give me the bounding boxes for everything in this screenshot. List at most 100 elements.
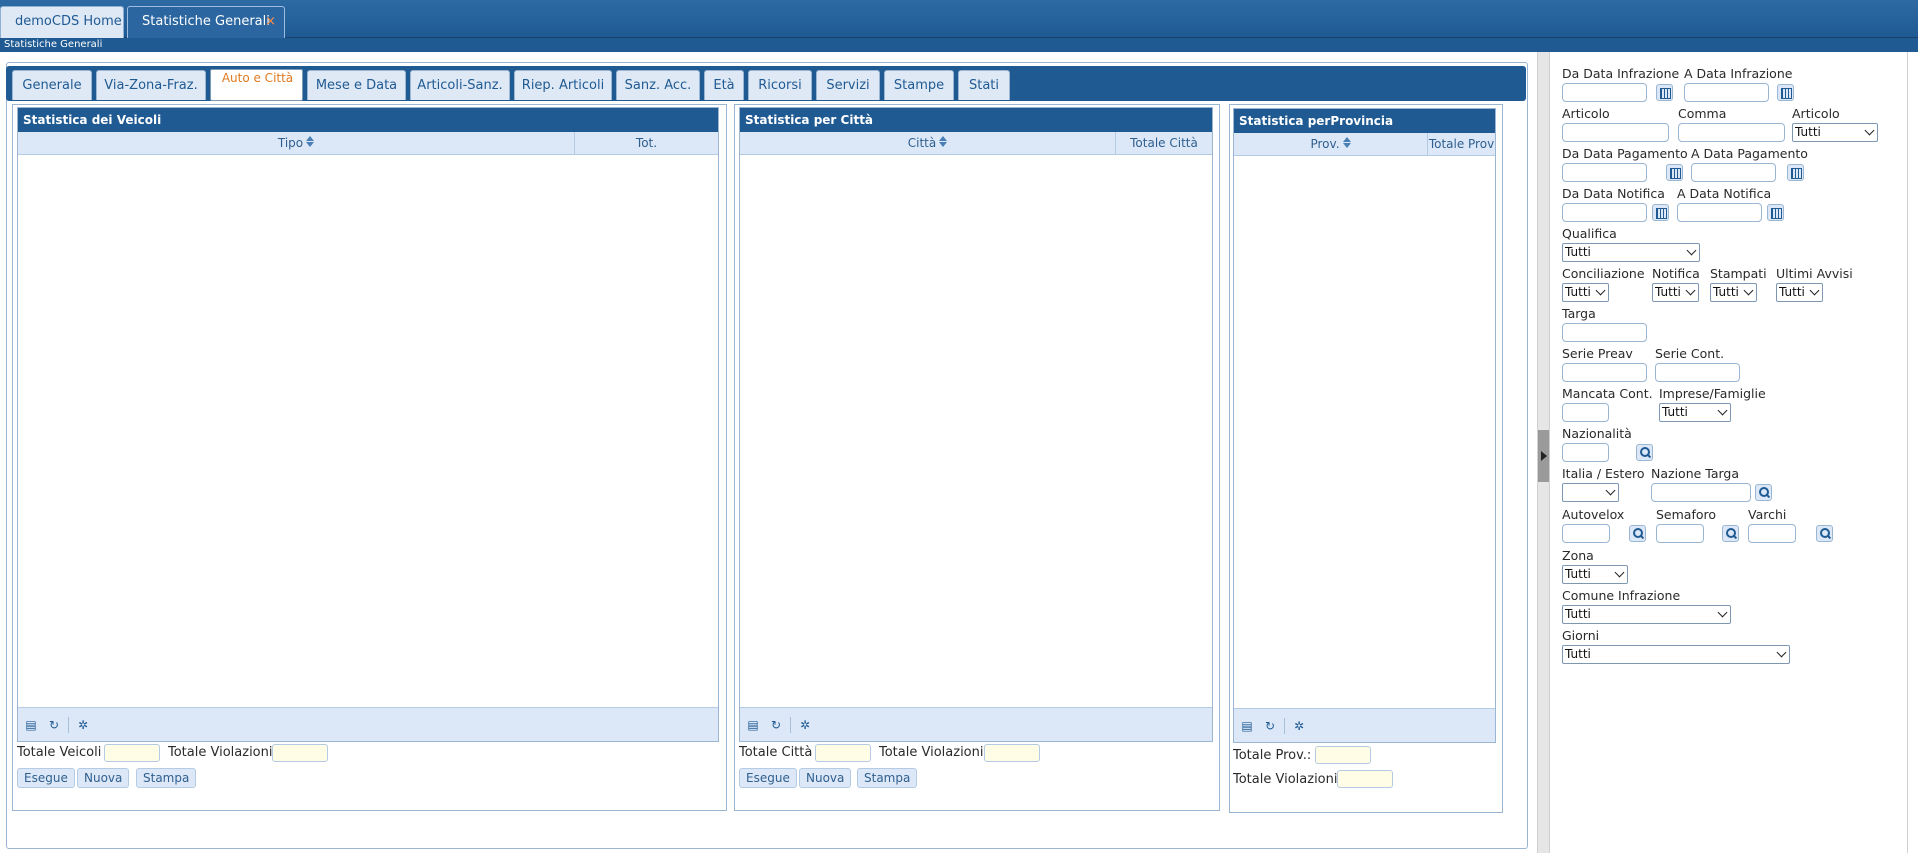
a-data-notifica-input[interactable] bbox=[1677, 203, 1762, 222]
a-data-pagamento-input[interactable] bbox=[1691, 163, 1776, 182]
window-tab-statistiche[interactable]: Statistiche Generali × bbox=[127, 6, 285, 38]
provincia-grid: Statistica perProvincia Prov. Totale Pro… bbox=[1233, 108, 1496, 743]
chevron-down-icon bbox=[1685, 285, 1696, 296]
column-prov[interactable]: Prov. bbox=[1234, 133, 1427, 155]
da-data-infrazione-input[interactable] bbox=[1562, 83, 1647, 102]
refresh-icon[interactable]: ↻ bbox=[1263, 719, 1277, 733]
citta-grid-header: Città Totale Città bbox=[740, 132, 1212, 155]
stampa-button[interactable]: Stampa bbox=[136, 768, 197, 788]
da-data-notifica-input[interactable] bbox=[1562, 203, 1647, 222]
calendar-icon[interactable] bbox=[1656, 84, 1673, 101]
sort-icon[interactable] bbox=[939, 136, 948, 148]
notifica-select[interactable]: Tutti bbox=[1652, 283, 1699, 302]
column-tot[interactable]: Tot. bbox=[575, 132, 718, 154]
search-icon[interactable] bbox=[1629, 525, 1646, 542]
tab-eta[interactable]: Età bbox=[704, 70, 744, 100]
nazionalita-input[interactable] bbox=[1562, 443, 1609, 462]
tab-auto-e-citta[interactable]: Auto e Città bbox=[210, 69, 303, 101]
articolo-input[interactable] bbox=[1562, 123, 1669, 142]
giorni-select[interactable]: Tutti bbox=[1562, 645, 1790, 664]
sort-icon[interactable] bbox=[1342, 137, 1351, 149]
articolo-select[interactable]: Tutti bbox=[1792, 123, 1878, 142]
a-data-infrazione-input[interactable] bbox=[1684, 83, 1769, 102]
tab-label: Stampe bbox=[893, 78, 945, 93]
imprese-famiglie-select[interactable]: Tutti bbox=[1659, 403, 1731, 422]
gear-icon[interactable]: ✲ bbox=[798, 718, 812, 732]
tab-via-zona-fraz[interactable]: Via-Zona-Fraz. bbox=[96, 70, 206, 100]
calendar-icon[interactable] bbox=[1666, 164, 1683, 181]
tab-label: Stati bbox=[968, 78, 1000, 93]
tab-label: Articoli-Sanz. bbox=[417, 78, 503, 93]
refresh-icon[interactable]: ↻ bbox=[769, 718, 783, 732]
column-totale-prov[interactable]: Totale Prov bbox=[1428, 133, 1495, 155]
tab-generale[interactable]: Generale bbox=[12, 70, 92, 100]
esegue-button[interactable]: Esegue bbox=[17, 768, 75, 788]
provincia-grid-toolbar: ▤ ↻ ✲ bbox=[1234, 708, 1495, 742]
tab-mese-e-data[interactable]: Mese e Data bbox=[307, 70, 406, 100]
tab-ricorsi[interactable]: Ricorsi bbox=[748, 70, 812, 100]
search-icon[interactable] bbox=[1816, 525, 1833, 542]
conciliazione-select[interactable]: Tutti bbox=[1562, 283, 1609, 302]
semaforo-input[interactable] bbox=[1656, 524, 1704, 543]
ultimi-avvisi-select[interactable]: Tutti bbox=[1776, 283, 1823, 302]
sort-icon[interactable] bbox=[306, 136, 315, 148]
a-data-pagamento-label: A Data Pagamento bbox=[1691, 146, 1808, 161]
esegue-button[interactable]: Esegue bbox=[739, 768, 797, 788]
zona-label: Zona bbox=[1562, 548, 1594, 563]
comma-input[interactable] bbox=[1678, 123, 1785, 142]
tab-servizi[interactable]: Servizi bbox=[816, 70, 880, 100]
autovelox-label: Autovelox bbox=[1562, 507, 1625, 522]
column-tipo[interactable]: Tipo bbox=[18, 132, 574, 154]
nazione-targa-input[interactable] bbox=[1651, 483, 1751, 502]
stampati-select[interactable]: Tutti bbox=[1710, 283, 1757, 302]
mancata-cont-label: Mancata Cont. bbox=[1562, 386, 1653, 401]
mancata-cont-input[interactable] bbox=[1562, 403, 1609, 422]
tab-stampe[interactable]: Stampe bbox=[884, 70, 954, 100]
stampa-button[interactable]: Stampa bbox=[857, 768, 918, 788]
search-icon[interactable] bbox=[1636, 444, 1653, 461]
serie-cont-input[interactable] bbox=[1655, 363, 1740, 382]
export-icon[interactable]: ▤ bbox=[746, 718, 760, 732]
tab-riep-articoli[interactable]: Riep. Articoli bbox=[514, 70, 612, 100]
varchi-input[interactable] bbox=[1748, 524, 1796, 543]
autovelox-input[interactable] bbox=[1562, 524, 1610, 543]
calendar-icon[interactable] bbox=[1767, 204, 1784, 221]
calendar-icon[interactable] bbox=[1777, 84, 1794, 101]
qualifica-select[interactable]: Tutti bbox=[1562, 243, 1700, 262]
column-citta[interactable]: Città bbox=[740, 132, 1115, 154]
refresh-icon[interactable]: ↻ bbox=[47, 718, 61, 732]
articolo-select-value: Tutti bbox=[1795, 125, 1821, 139]
varchi-label: Varchi bbox=[1748, 507, 1787, 522]
window-tab-home[interactable]: demoCDS Home bbox=[0, 6, 124, 38]
search-icon[interactable] bbox=[1722, 525, 1739, 542]
tab-stati[interactable]: Stati bbox=[958, 70, 1010, 100]
column-totale-citta[interactable]: Totale Città bbox=[1116, 132, 1212, 154]
totale-prov-label: Totale Prov.: bbox=[1233, 748, 1312, 763]
export-icon[interactable]: ▤ bbox=[1240, 719, 1254, 733]
tab-sanz-acc[interactable]: Sanz. Acc. bbox=[616, 70, 700, 100]
gear-icon[interactable]: ✲ bbox=[76, 718, 90, 732]
nuova-button[interactable]: Nuova bbox=[77, 768, 130, 788]
comma-label: Comma bbox=[1678, 106, 1727, 121]
gear-icon[interactable]: ✲ bbox=[1292, 719, 1306, 733]
serie-preav-input[interactable] bbox=[1562, 363, 1647, 382]
zona-select[interactable]: Tutti bbox=[1562, 565, 1628, 584]
collapse-arrow-icon[interactable] bbox=[1538, 430, 1549, 482]
comune-infrazione-select[interactable]: Tutti bbox=[1562, 605, 1731, 624]
qualifica-select-value: Tutti bbox=[1565, 245, 1591, 259]
search-icon[interactable] bbox=[1755, 484, 1772, 501]
tab-label: Riep. Articoli bbox=[521, 78, 605, 93]
tab-articoli-sanz[interactable]: Articoli-Sanz. bbox=[410, 70, 510, 100]
tab-label: Ricorsi bbox=[758, 78, 802, 93]
calendar-icon[interactable] bbox=[1787, 164, 1804, 181]
da-data-pagamento-input[interactable] bbox=[1562, 163, 1647, 182]
nuova-button[interactable]: Nuova bbox=[799, 768, 852, 788]
close-icon[interactable]: × bbox=[265, 7, 276, 37]
citta-grid-title: Statistica per Città bbox=[740, 108, 1212, 132]
export-icon[interactable]: ▤ bbox=[24, 718, 38, 732]
calendar-icon[interactable] bbox=[1652, 204, 1669, 221]
veicoli-grid: Statistica dei Veicoli Tipo Tot. ▤ ↻ ✲ bbox=[17, 107, 719, 742]
totale-citta-field bbox=[815, 744, 871, 762]
italia-estero-select[interactable] bbox=[1562, 483, 1619, 502]
targa-input[interactable] bbox=[1562, 323, 1647, 342]
